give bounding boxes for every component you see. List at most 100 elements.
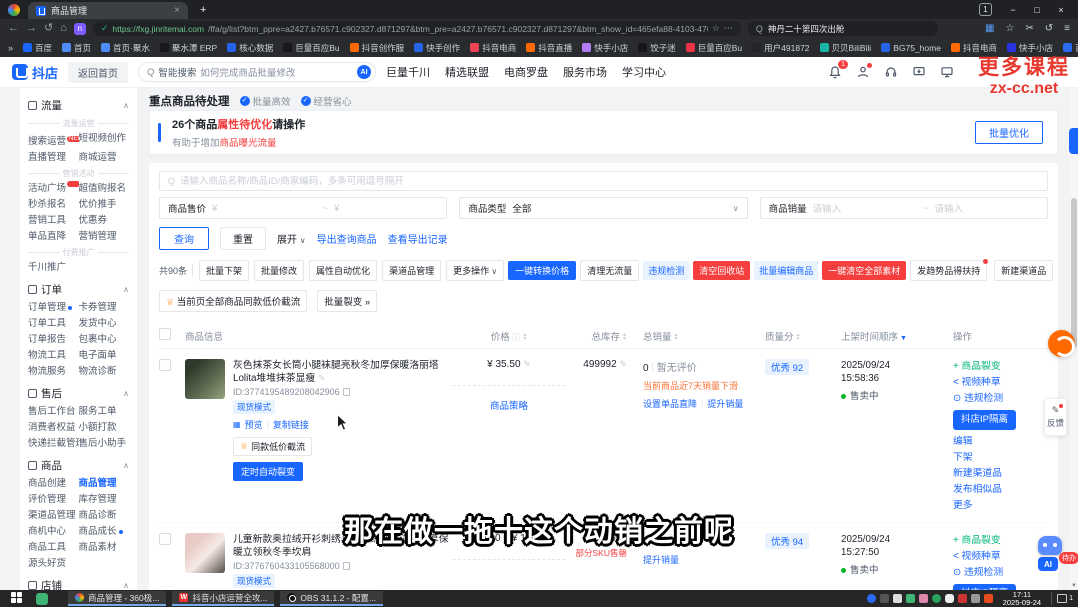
tray-icon[interactable] xyxy=(906,594,915,603)
nav-item[interactable]: 巨量千川 xyxy=(386,64,430,80)
bookmark-item[interactable]: 首页 xyxy=(62,42,91,54)
forward-icon[interactable]: → xyxy=(26,23,37,34)
sidebar-item-goods-growth[interactable]: 商品成长 xyxy=(79,524,130,540)
batch-action-button[interactable]: 批量修改 xyxy=(254,260,304,281)
taskbar-task-browser[interactable]: 商品管理 - 360极... xyxy=(68,591,166,606)
history-undo-icon[interactable]: ↺ xyxy=(1045,23,1053,34)
batch-action-button[interactable]: 批量下架 xyxy=(199,260,249,281)
sidebar-item-logistics-diagnose[interactable]: 物流诊断 xyxy=(79,364,130,380)
bookmark-item[interactable]: 聚水潭 ERP xyxy=(160,42,217,54)
export-history-link[interactable]: 查看导出记录 xyxy=(388,231,448,246)
sidebar-item-stock-manage[interactable]: 库存管理 xyxy=(79,492,130,508)
sidebar-item-channel-goods[interactable]: 渠道品管理 xyxy=(28,508,79,524)
select-all-checkbox[interactable] xyxy=(159,328,171,340)
sidebar-item-aftersale-bench[interactable]: 售后工作台 xyxy=(28,404,79,420)
copy-link[interactable]: 复制链接 xyxy=(273,418,309,431)
sidebar-item-biz-center[interactable]: 商机中心 xyxy=(28,524,79,540)
sidebar-item-small-payment[interactable]: 小额打款 xyxy=(79,420,130,436)
ip-isolate-button[interactable]: 抖店IP隔离 xyxy=(953,410,1016,430)
price-range-filter[interactable]: 商品售价 ¥ ~ ¥ xyxy=(159,197,447,219)
row-action-link[interactable]: 下架 xyxy=(953,450,1048,466)
sales-range-filter[interactable]: 商品销量 请输入 ~ 请输入 xyxy=(760,197,1048,219)
apps-grid-icon[interactable]: ▦ xyxy=(985,23,994,34)
tray-icon[interactable] xyxy=(893,594,902,603)
batch-edit-button[interactable]: 批量编辑商品 xyxy=(754,261,818,280)
product-type-select[interactable]: 商品类型 全部 ∨ xyxy=(459,197,747,219)
copy-icon[interactable] xyxy=(343,562,350,570)
notification-center[interactable]: 1 xyxy=(1051,592,1073,605)
convert-price-button[interactable]: 一键转换价格 xyxy=(508,261,576,280)
col-sales[interactable]: 总销量▲▼ xyxy=(633,329,765,343)
row-action-link[interactable]: 发布相似品 xyxy=(953,482,1048,498)
sidebar-item-flash-sale[interactable]: 秒杀报名 xyxy=(28,197,79,213)
bookmark-item[interactable]: 饺子迷 xyxy=(638,42,676,54)
back-icon[interactable]: ← xyxy=(8,23,19,34)
feedback-button[interactable]: ✎ 反馈 xyxy=(1044,398,1067,436)
tray-icon[interactable] xyxy=(932,594,941,603)
sidebar-item-e-sheet[interactable]: 电子面单 xyxy=(79,348,130,364)
nav-item[interactable]: 服务市场 xyxy=(563,64,607,80)
tray-icon[interactable] xyxy=(945,594,954,603)
edit-icon[interactable]: ✎ xyxy=(619,359,627,369)
sidebar-item-goods-material[interactable]: 商品素材 xyxy=(79,540,130,556)
scroll-down-arrow[interactable]: ▼ xyxy=(1070,583,1078,589)
url-field[interactable]: ✓ https://fxg.jinritemai.com /ffa/g/list… xyxy=(93,21,741,36)
ai-chip[interactable]: AI xyxy=(1038,557,1058,571)
tab-close-icon[interactable]: × xyxy=(174,5,180,16)
browser-search-box[interactable]: Q 神丹二十第四次出舱 xyxy=(748,21,938,36)
bookmark-item[interactable]: 核心数据 xyxy=(227,42,273,54)
home-icon[interactable]: ⌂ xyxy=(60,23,67,34)
sidebar-item-service-ticket[interactable]: 服务工单 xyxy=(79,404,130,420)
scrollbar-thumb[interactable] xyxy=(1071,198,1077,348)
bookmark-item[interactable]: 巨量百应Bu xyxy=(686,42,742,54)
edit-icon[interactable]: ✎ xyxy=(523,359,531,369)
new-channel-button[interactable]: 新建渠道品 xyxy=(994,260,1053,281)
video-seed-link[interactable]: < 视频种草 xyxy=(953,549,1048,565)
batch-fission-button[interactable]: 批量裂变 » xyxy=(317,290,377,312)
boost-sales-link[interactable]: 提升销量 xyxy=(643,553,679,566)
service-float-icon[interactable] xyxy=(1048,330,1075,357)
col-price[interactable]: 价格 ⓘ▲▼ xyxy=(449,329,569,343)
clean-no-traffic-button[interactable]: 清理无流量 xyxy=(580,260,639,281)
sidebar-item-consumer-rights[interactable]: 消费者权益 xyxy=(28,420,79,436)
sidebar-item-single-discount[interactable]: 单品直降 xyxy=(28,229,79,245)
col-quality[interactable]: 质量分▲▼ xyxy=(765,329,841,343)
sidebar-item-goods-manage[interactable]: 商品管理 xyxy=(79,476,130,492)
row-action-link[interactable]: 编辑 xyxy=(953,434,1048,450)
window-maximize-button[interactable]: □ xyxy=(1026,5,1048,15)
clear-assets-button[interactable]: 一键清空全部素材 xyxy=(822,261,906,280)
product-title[interactable]: 灰色抹茶女长筒小腿袜腿亮秋冬加厚保暖洛丽塔Lolita堆堆抹茶显瘦 ✎ xyxy=(233,359,449,385)
bookmark-item[interactable]: 快手创作 xyxy=(414,42,460,54)
nav-item[interactable]: 精选联盟 xyxy=(445,64,489,80)
expand-button[interactable]: 展开 ∨ xyxy=(277,231,306,246)
extension-icon[interactable]: n xyxy=(74,23,86,35)
bookmark-item[interactable]: 快手小店 xyxy=(582,42,628,54)
bookmark-item[interactable]: 快手小店 xyxy=(1007,42,1053,54)
page-intercept-button[interactable]: ♕ 当前页全部商品同款低价截流 xyxy=(159,290,307,312)
tray-icon[interactable] xyxy=(867,594,876,603)
side-handle[interactable] xyxy=(1069,128,1078,154)
violation-check-link[interactable]: ⊙ 违规检测 xyxy=(953,391,1048,407)
product-fission-link[interactable]: + 商品裂变 xyxy=(953,533,1048,549)
favorites-icon[interactable]: ☆ xyxy=(1005,23,1014,34)
bookmark-item[interactable]: 抖音电商 xyxy=(470,42,516,54)
same-item-intercept-button[interactable]: ♕同款低价截流 xyxy=(233,437,312,456)
sidebar-item-logistics-service[interactable]: 物流服务 xyxy=(28,364,79,380)
start-button[interactable] xyxy=(11,592,24,605)
taskbar-pinned-icon[interactable] xyxy=(36,593,48,605)
trend-support-button[interactable]: 发趋势品得扶持 xyxy=(910,260,987,281)
bell-icon[interactable]: 1 xyxy=(828,65,842,79)
sidebar-section-traffic[interactable]: 流量 ∧ xyxy=(28,92,129,116)
row-checkbox[interactable] xyxy=(159,359,171,371)
sidebar-item-order-manage[interactable]: 订单管理 xyxy=(28,300,79,316)
bookmark-item[interactable]: 用户491872 xyxy=(752,42,809,54)
bookmarks-overflow-icon[interactable]: » xyxy=(8,43,13,53)
product-search-box[interactable]: Q xyxy=(159,171,1048,191)
bookmark-item[interactable]: 抖音电商 xyxy=(951,42,997,54)
product-fission-link[interactable]: + 商品裂变 xyxy=(953,359,1048,375)
taskbar-task-doc[interactable]: 抖音小店运营全攻... xyxy=(172,591,274,606)
violation-check-link[interactable]: ⊙ 违规检测 xyxy=(953,565,1048,581)
reload-icon[interactable]: ↺ xyxy=(44,23,53,34)
bookmark-item[interactable]: 抖音直播 xyxy=(526,42,572,54)
sidebar-item-logistics-tools[interactable]: 物流工具 xyxy=(28,348,79,364)
